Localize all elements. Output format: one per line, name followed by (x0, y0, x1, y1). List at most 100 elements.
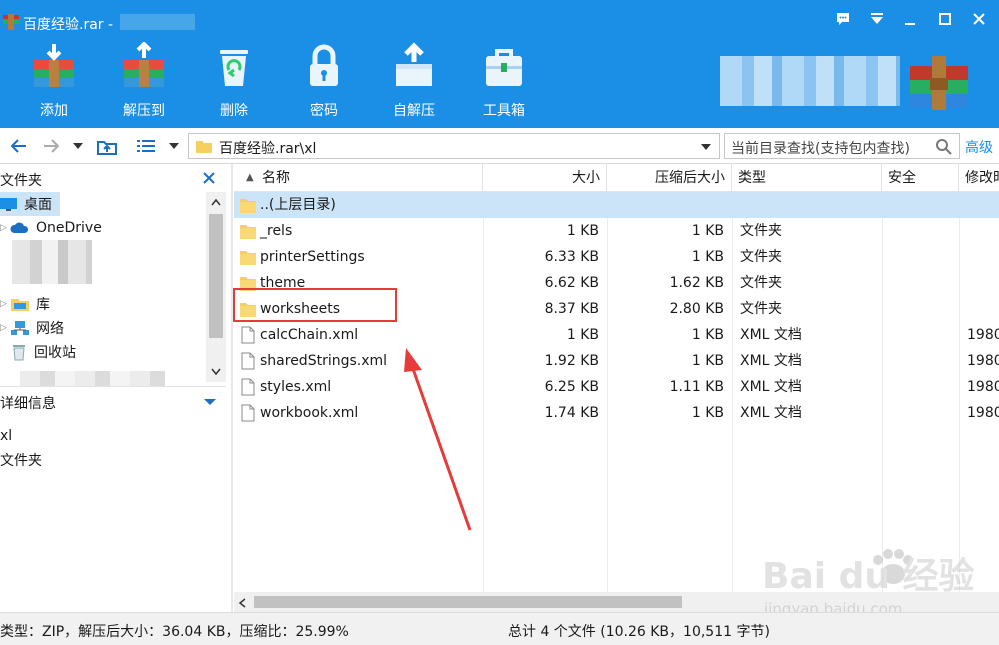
file-type: XML 文档 (740, 379, 802, 395)
annotation-arrow-icon (404, 348, 472, 531)
scrollbar-thumb[interactable] (254, 596, 682, 608)
table-row[interactable]: printerSettings 6.33 KB 1 KB 文件夹 (234, 244, 999, 270)
file-packed-size: 1 KB (691, 249, 724, 265)
scroll-up-icon[interactable] (211, 198, 221, 206)
back-arrow-icon[interactable] (8, 136, 30, 156)
file-size: 1.92 KB (544, 353, 599, 369)
app-header: 百度经验.rar - 添加 解压到 删除 密码 自解压 工具箱 (0, 0, 999, 128)
collapse-details-icon[interactable] (204, 398, 216, 406)
file-packed-size: 1.62 KB (669, 275, 724, 291)
history-dropdown-icon[interactable] (70, 136, 86, 156)
search-icon[interactable] (935, 138, 953, 156)
view-dropdown-icon[interactable] (166, 136, 182, 156)
forward-arrow-icon[interactable] (40, 136, 62, 156)
path-dropdown-icon[interactable] (701, 143, 711, 151)
scroll-left-icon[interactable] (238, 598, 246, 608)
tree-item-desktop[interactable]: 桌面 (0, 192, 60, 216)
tree-item-label: 回收站 (34, 345, 76, 361)
add-button[interactable]: 添加 (19, 42, 89, 122)
archive-info-status: 类型：ZIP，解压后大小：36.04 KB，压缩比：25.99% (0, 624, 349, 640)
advanced-search-link[interactable]: 高级 (965, 137, 993, 157)
file-size: 6.62 KB (544, 275, 599, 291)
file-icon (241, 378, 255, 396)
file-packed-size: 1 KB (691, 405, 724, 421)
password-button[interactable]: 密码 (289, 42, 359, 122)
file-size: 6.25 KB (544, 379, 599, 395)
file-type: XML 文档 (740, 353, 802, 369)
minimize-icon[interactable] (897, 8, 923, 30)
scroll-down-icon[interactable] (211, 368, 221, 376)
search-input[interactable]: 当前目录查找(支持包内查找) (724, 133, 960, 159)
delete-button-label: 删除 (220, 103, 248, 119)
delete-icon (220, 50, 248, 86)
file-modified (967, 244, 999, 270)
toolbox-button-label: 工具箱 (483, 103, 525, 119)
file-type: XML 文档 (740, 405, 802, 421)
table-row[interactable]: workbook.xml 1.74 KB 1 KB XML 文档 1980 (234, 400, 999, 426)
tree-item-label: 网络 (36, 321, 64, 337)
file-modified (967, 296, 999, 322)
table-row[interactable]: ..(上层目录) (234, 192, 999, 218)
column-type-header[interactable]: 类型 (732, 164, 882, 192)
file-type: XML 文档 (740, 327, 802, 343)
folder-panel-scrollbar[interactable] (206, 192, 226, 382)
panel-splitter[interactable] (231, 164, 233, 612)
file-packed-size: 1.11 KB (669, 379, 724, 395)
password-button-label: 密码 (310, 103, 338, 119)
column-size-header[interactable]: 大小 (483, 164, 607, 192)
scrollbar-thumb[interactable] (209, 214, 223, 338)
column-header-row: ▲ 名称 大小 压缩后大小 类型 安全 修改时 (234, 164, 999, 192)
window-title: 百度经验.rar - (23, 17, 114, 33)
baidu-jingyan-watermark: Bai du 经验 jingyan.baidu.com (762, 549, 975, 618)
folder-panel: 文件夹 桌面 ▷ OneDrive ▷ 库 ▷ 网络 回收站 详细信息 xl 文… (0, 164, 226, 612)
table-row[interactable]: sharedStrings.xml 1.92 KB 1 KB XML 文档 1980 (234, 348, 999, 374)
up-folder-icon[interactable] (94, 136, 120, 156)
password-lock-icon (310, 44, 338, 86)
close-icon[interactable] (966, 8, 992, 30)
tree-item-library[interactable]: ▷ 库 (0, 292, 206, 316)
file-name: _rels (260, 223, 293, 239)
recycle-bin-icon (13, 345, 25, 361)
self-extract-button-label: 自解压 (393, 103, 435, 119)
tree-item-network[interactable]: ▷ 网络 (0, 316, 206, 340)
extract-to-icon (124, 42, 164, 87)
column-security-header[interactable]: 安全 (882, 164, 959, 192)
expand-arrow-icon[interactable]: ▷ (0, 299, 10, 309)
details-panel-header[interactable]: 详细信息 (0, 386, 226, 414)
file-size (483, 192, 599, 218)
maximize-icon[interactable] (932, 8, 958, 30)
details-type: 文件夹 (0, 453, 42, 469)
tree-item-onedrive[interactable]: ▷ OneDrive (0, 216, 206, 240)
toolbox-icon (486, 49, 522, 86)
expand-arrow-icon[interactable]: ▷ (0, 223, 10, 233)
path-folder-icon (196, 141, 212, 153)
file-type: 文件夹 (740, 223, 782, 239)
column-name-header[interactable]: ▲ 名称 (234, 164, 483, 192)
expand-arrow-icon[interactable]: ▷ (0, 323, 10, 333)
feedback-icon[interactable] (830, 8, 856, 30)
close-panel-icon[interactable] (203, 172, 215, 184)
file-type: 文件夹 (740, 249, 782, 265)
view-list-icon[interactable] (134, 136, 158, 156)
file-name: printerSettings (260, 249, 365, 265)
file-packed-size (607, 192, 724, 218)
self-extract-button[interactable]: 自解压 (379, 42, 449, 122)
table-row[interactable]: _rels 1 KB 1 KB 文件夹 (234, 218, 999, 244)
column-modified-header[interactable]: 修改时 (959, 164, 999, 192)
table-row[interactable]: calcChain.xml 1 KB 1 KB XML 文档 1980 (234, 322, 999, 348)
toolbox-button[interactable]: 工具箱 (469, 42, 539, 122)
file-modified (967, 192, 999, 218)
extract-to-button[interactable]: 解压到 (109, 42, 179, 122)
menu-dropdown-icon[interactable] (864, 8, 890, 30)
column-packed-header[interactable]: 压缩后大小 (607, 164, 732, 192)
file-modified: 1980 (967, 353, 999, 369)
folder-icon (240, 199, 256, 213)
path-field[interactable]: 百度经验.rar\xl (188, 133, 720, 159)
tree-item-recycle-bin[interactable]: 回收站 (0, 340, 206, 364)
add-archive-icon (34, 44, 74, 87)
table-row[interactable]: styles.xml 6.25 KB 1.11 KB XML 文档 1980 (234, 374, 999, 400)
file-modified: 1980 (967, 327, 999, 343)
delete-button[interactable]: 删除 (199, 42, 269, 122)
file-size: 1 KB (566, 223, 599, 239)
tree-item-label: OneDrive (36, 220, 102, 236)
